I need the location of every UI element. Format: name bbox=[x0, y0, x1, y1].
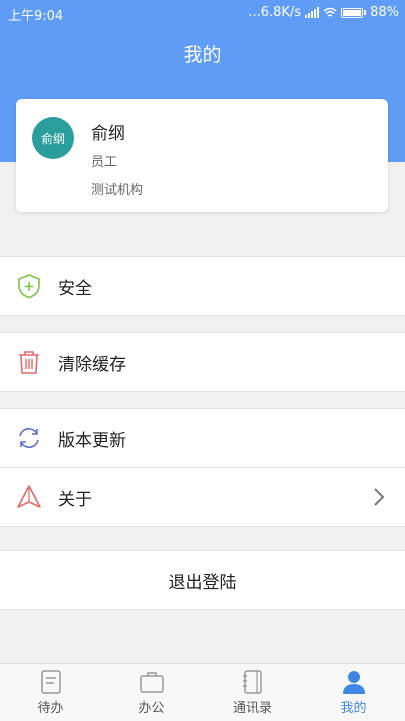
security-group: 安全 bbox=[0, 256, 405, 316]
contacts-icon bbox=[243, 670, 262, 694]
tab-contacts[interactable]: 通讯录 bbox=[202, 664, 303, 721]
user-role: 员工 bbox=[91, 155, 118, 170]
bottom-tab-bar: 待办 办公 通讯录 我的 bbox=[0, 663, 405, 721]
page-title: 我的 bbox=[183, 44, 222, 66]
status-bar: 上午9:04 ...6.8K/s 88% bbox=[0, 0, 405, 26]
logout-button[interactable]: 退出登陆 bbox=[0, 550, 405, 610]
navigation-arrow-icon bbox=[17, 485, 41, 508]
status-right: ...6.8K/s 88% bbox=[248, 5, 399, 20]
user-organization: 测试机构 bbox=[91, 183, 144, 198]
wifi-icon bbox=[323, 7, 337, 17]
menu-item-clear-cache[interactable]: 清除缓存 bbox=[0, 333, 405, 391]
battery-percent: 88% bbox=[370, 5, 399, 20]
info-group: 版本更新 关于 bbox=[0, 408, 405, 527]
todo-icon bbox=[41, 670, 61, 694]
tab-office[interactable]: 办公 bbox=[101, 664, 202, 721]
briefcase-icon bbox=[140, 672, 164, 693]
tab-label-todo: 待办 bbox=[37, 701, 64, 716]
profile-card[interactable]: 俞纲 俞纲 员工 测试机构 bbox=[16, 99, 388, 212]
chevron-right-icon bbox=[374, 488, 385, 506]
menu-label-about: 关于 bbox=[58, 489, 92, 510]
tab-label-mine: 我的 bbox=[340, 701, 367, 716]
shield-plus-icon bbox=[18, 274, 40, 299]
tab-mine[interactable]: 我的 bbox=[303, 664, 404, 721]
trash-icon bbox=[19, 351, 39, 374]
menu-label-clear-cache: 清除缓存 bbox=[58, 354, 126, 375]
user-name: 俞纲 bbox=[91, 124, 125, 144]
network-speed: ...6.8K/s bbox=[248, 5, 302, 20]
status-time: 上午9:04 bbox=[8, 9, 64, 24]
menu-label-security: 安全 bbox=[58, 278, 92, 299]
user-icon bbox=[343, 671, 365, 694]
avatar: 俞纲 bbox=[32, 117, 74, 159]
tab-label-office: 办公 bbox=[138, 701, 165, 716]
battery-icon bbox=[341, 7, 367, 18]
signal-icon bbox=[305, 7, 320, 18]
tab-todo[interactable]: 待办 bbox=[0, 664, 101, 721]
menu-item-version-update[interactable]: 版本更新 bbox=[0, 409, 405, 467]
cache-group: 清除缓存 bbox=[0, 332, 405, 392]
refresh-icon bbox=[19, 428, 39, 448]
menu-label-version-update: 版本更新 bbox=[58, 430, 126, 451]
menu-item-security[interactable]: 安全 bbox=[0, 257, 405, 315]
menu-item-about[interactable]: 关于 bbox=[0, 467, 405, 526]
tab-label-contacts: 通讯录 bbox=[232, 701, 272, 716]
